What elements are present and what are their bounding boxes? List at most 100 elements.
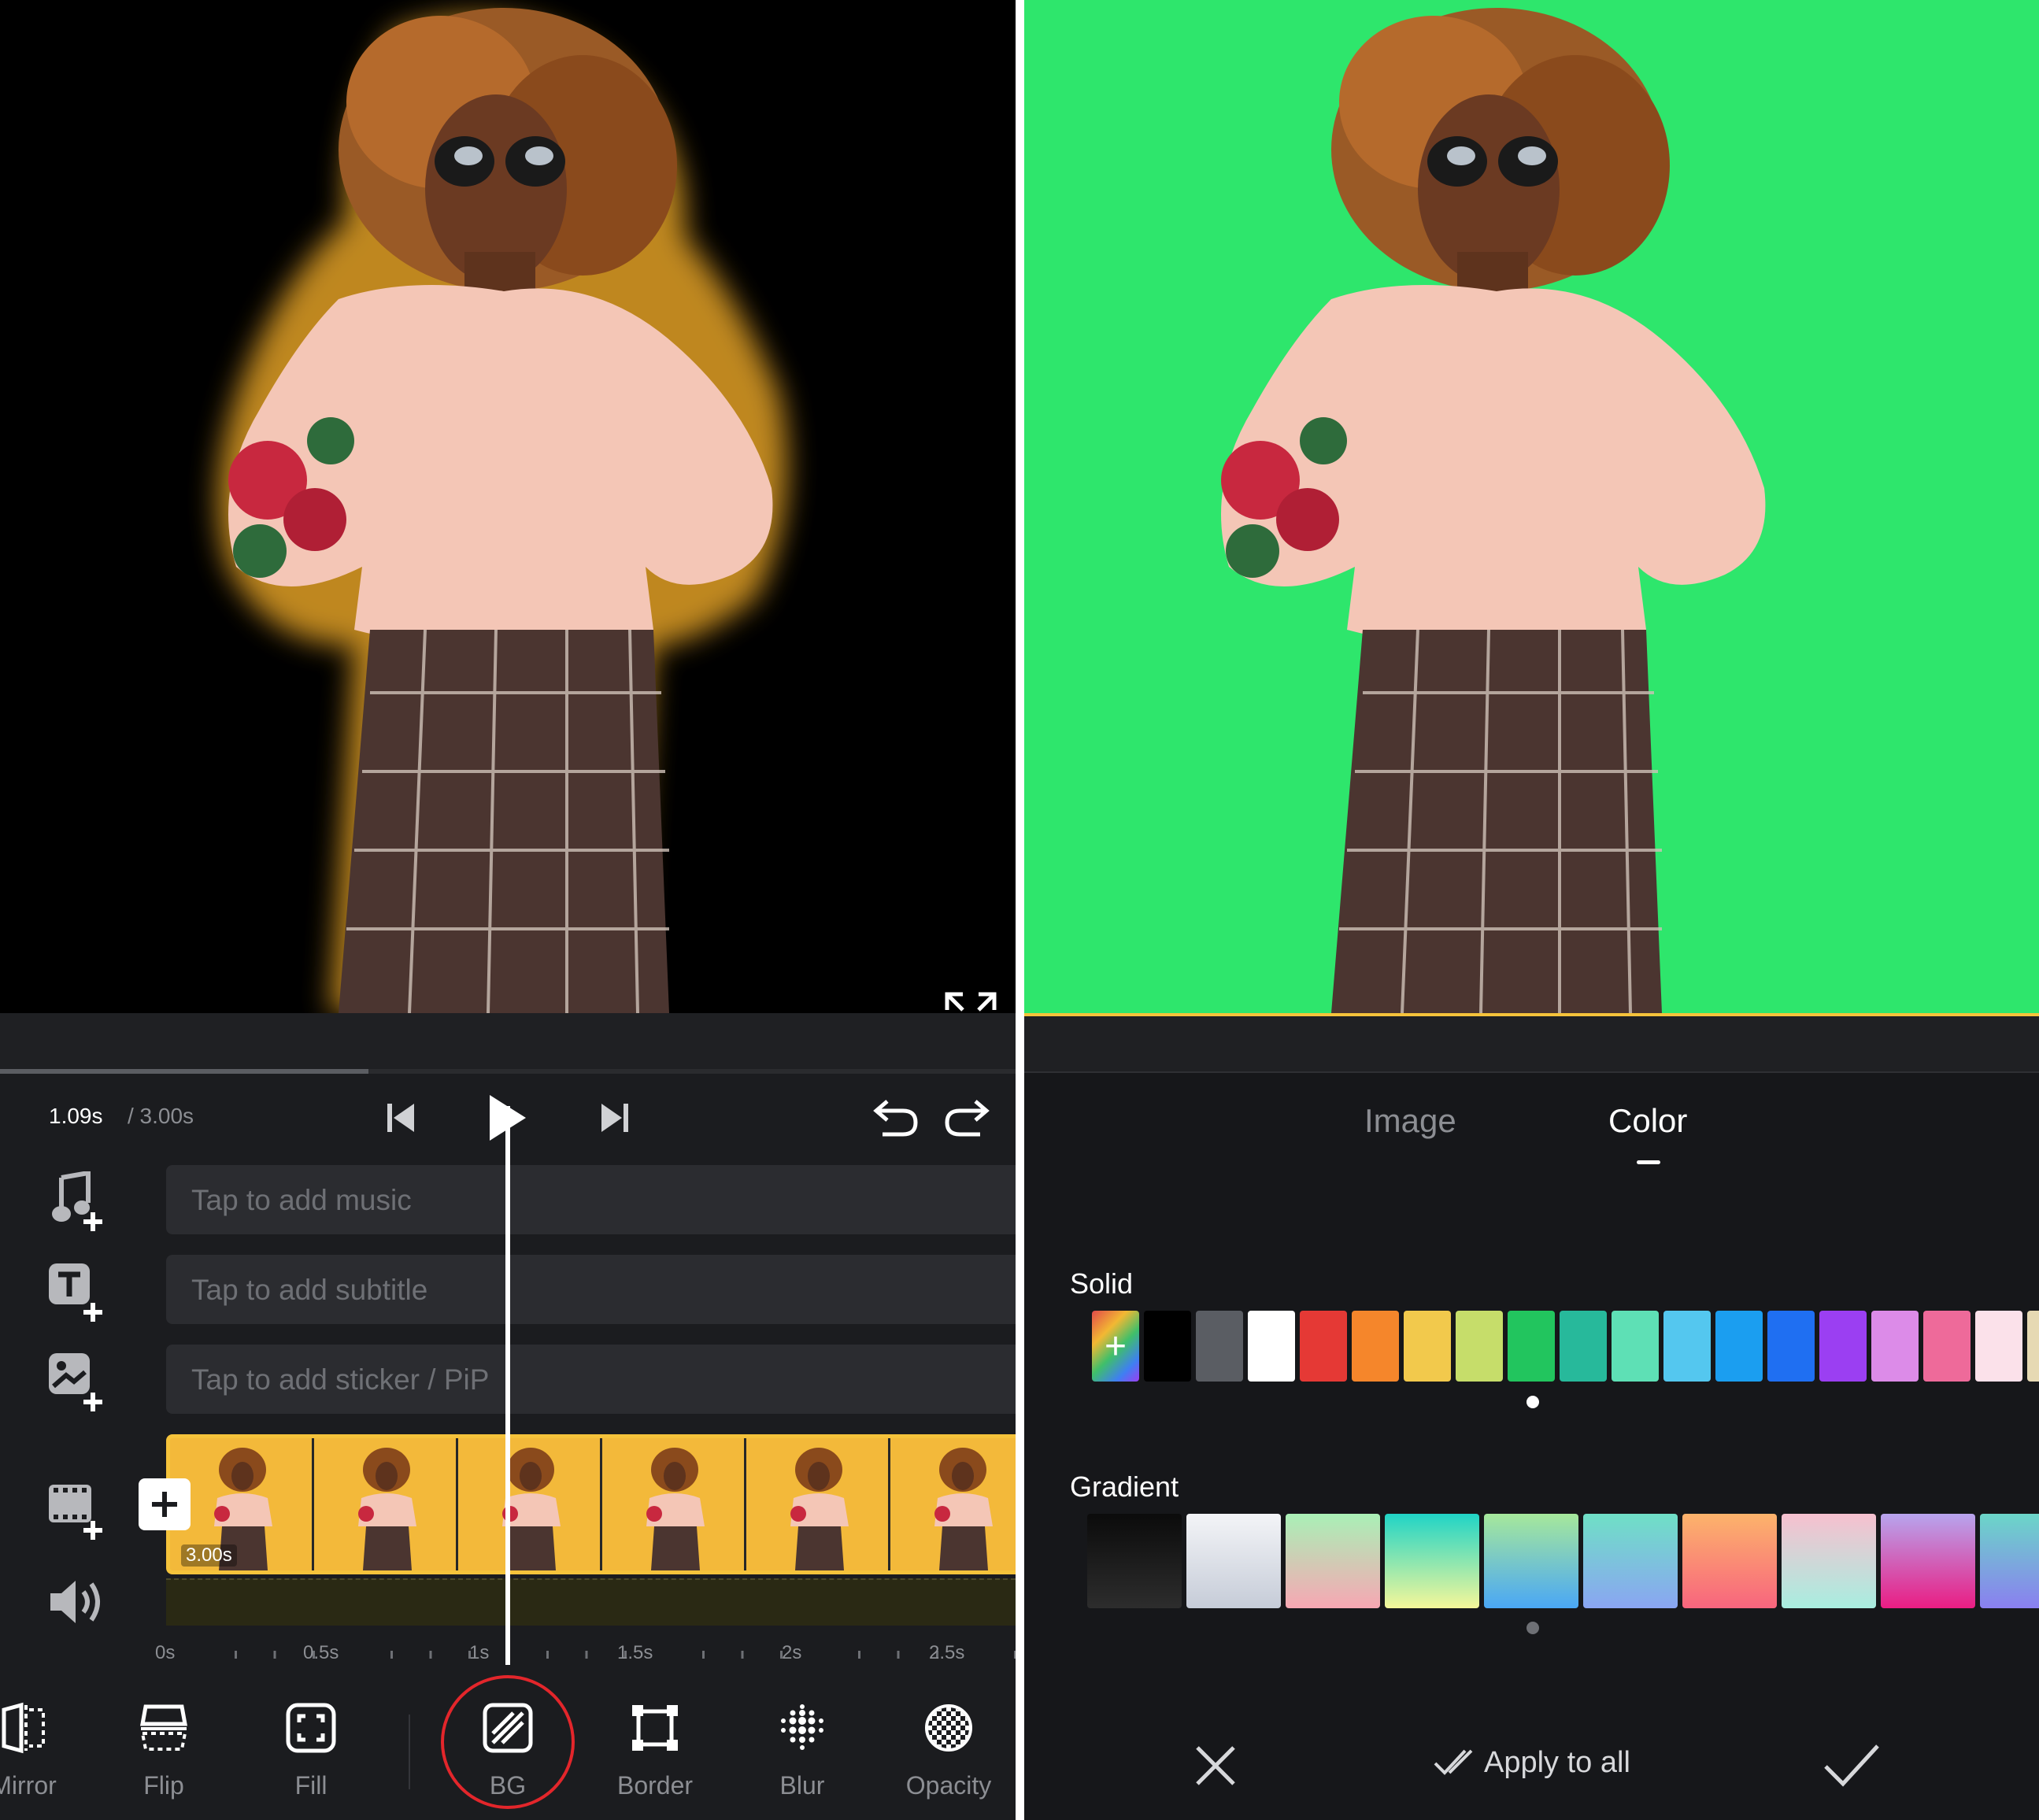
gradient-swatch[interactable] (1782, 1514, 1876, 1608)
sticker-track[interactable]: Tap to add sticker / PiP (166, 1345, 1016, 1414)
music-track-placeholder: Tap to add music (191, 1184, 412, 1216)
color-swatch[interactable] (2027, 1311, 2039, 1382)
color-swatch[interactable] (1819, 1311, 1867, 1382)
solid-section-title: Solid (1070, 1267, 1134, 1300)
gradient-swatch[interactable] (1385, 1514, 1479, 1608)
playback-progress-fill (0, 1069, 369, 1074)
confirm-button[interactable] (1819, 1738, 1882, 1793)
color-swatch[interactable] (1352, 1311, 1399, 1382)
panel-divider (1016, 0, 1024, 1820)
clip-frame (458, 1438, 602, 1570)
mirror-icon (2, 1702, 45, 1754)
video-clip[interactable]: 3.00s (166, 1434, 1016, 1574)
color-swatch[interactable] (1663, 1311, 1711, 1382)
clip-frame (314, 1438, 458, 1570)
ruler-label: 2.5s (929, 1642, 965, 1663)
add-sticker-icon[interactable] (47, 1352, 110, 1415)
gradient-swatch[interactable] (1286, 1514, 1380, 1608)
add-music-icon[interactable] (47, 1170, 110, 1234)
tool-flip-label: Flip (143, 1771, 184, 1800)
tool-opacity-label: Opacity (905, 1771, 992, 1800)
playback-progress[interactable] (0, 1069, 1016, 1074)
original-audio-track[interactable] (166, 1578, 1016, 1626)
selected-swatch-indicator (1526, 1396, 1539, 1408)
volume-icon[interactable] (47, 1574, 110, 1637)
preview-footer (0, 1013, 1016, 1072)
clip-frame (602, 1438, 746, 1570)
tool-border[interactable]: Border (596, 1677, 714, 1820)
fullscreen-icon[interactable] (943, 990, 998, 1013)
video-preview[interactable] (0, 0, 1016, 1013)
double-check-icon (1434, 1749, 1473, 1775)
subject-photo (217, 8, 788, 1013)
color-swatch[interactable] (1715, 1311, 1763, 1382)
tool-blur-label: Blur (779, 1771, 825, 1800)
subject-photo (1221, 8, 1766, 1013)
divider (1024, 1071, 2039, 1073)
custom-color-button[interactable]: + (1092, 1311, 1139, 1382)
color-swatch[interactable] (1300, 1311, 1347, 1382)
sticker-track-placeholder: Tap to add sticker / PiP (191, 1363, 490, 1396)
color-swatch[interactable] (1612, 1311, 1659, 1382)
clip-frame (746, 1438, 890, 1570)
undo-icon[interactable] (872, 1094, 920, 1141)
ruler-label: 1s (469, 1642, 490, 1663)
color-swatch[interactable] (1560, 1311, 1607, 1382)
gradient-swatch[interactable] (1087, 1514, 1182, 1608)
subtitle-track[interactable]: Tap to add subtitle (166, 1255, 1016, 1324)
tool-border-label: Border (616, 1771, 694, 1800)
subtitle-track-placeholder: Tap to add subtitle (191, 1274, 428, 1306)
color-swatch[interactable] (1248, 1311, 1295, 1382)
gradient-section-title: Gradient (1070, 1470, 1179, 1503)
color-swatch[interactable] (1975, 1311, 2022, 1382)
edit-toolbar: Mirror Flip Fill BG Border Blur Opacity (0, 1677, 1016, 1820)
total-time: / 3.00s (128, 1104, 194, 1128)
gradient-swatch[interactable] (1484, 1514, 1578, 1608)
color-swatch[interactable] (1767, 1311, 1815, 1382)
color-swatch[interactable] (1144, 1311, 1191, 1382)
color-swatch[interactable] (1923, 1311, 1971, 1382)
color-swatch[interactable] (1404, 1311, 1451, 1382)
clip-duration-label: 3.00s (181, 1544, 237, 1567)
ruler-label: 2s (782, 1642, 802, 1663)
playhead[interactable] (505, 1106, 510, 1665)
tool-mirror[interactable]: Mirror (0, 1677, 83, 1820)
apply-to-all-label: Apply to all (1484, 1746, 1630, 1779)
color-swatch[interactable] (1456, 1311, 1503, 1382)
add-clip-button[interactable] (139, 1478, 191, 1530)
color-swatch[interactable] (1871, 1311, 1919, 1382)
tab-color[interactable]: Color (1608, 1102, 1687, 1140)
blur-icon (781, 1704, 823, 1750)
gradient-swatch[interactable] (1881, 1514, 1975, 1608)
add-clip-track-icon[interactable] (47, 1480, 110, 1543)
gradient-swatch[interactable] (1980, 1514, 2039, 1608)
bg-icon (483, 1703, 533, 1753)
tool-bg[interactable]: BG (449, 1677, 567, 1820)
apply-to-all-button[interactable]: Apply to all (1434, 1746, 1630, 1780)
flip-icon (140, 1704, 187, 1751)
cancel-button[interactable] (1190, 1740, 1242, 1792)
ruler-label: 1.5s (617, 1642, 653, 1663)
music-track[interactable]: Tap to add music (166, 1165, 1016, 1234)
redo-icon[interactable] (943, 1094, 990, 1141)
color-swatch[interactable] (1508, 1311, 1555, 1382)
gradient-swatches (1087, 1514, 2039, 1608)
add-subtitle-icon[interactable] (47, 1262, 110, 1325)
skip-next-icon[interactable] (597, 1094, 631, 1141)
preview-footer (1024, 1016, 2039, 1071)
background-preview[interactable] (1024, 0, 2039, 1013)
right-background-panel: Image Color Solid + Gradient Apply to al… (1024, 0, 2039, 1820)
tool-blur[interactable]: Blur (743, 1677, 861, 1820)
left-editor-panel: 1.09s / 3.00s Tap to add music Tap to ad… (0, 0, 1016, 1820)
color-swatch[interactable] (1196, 1311, 1243, 1382)
gradient-swatch[interactable] (1682, 1514, 1777, 1608)
gradient-swatch[interactable] (1583, 1514, 1678, 1608)
tool-fill[interactable]: Fill (252, 1677, 370, 1820)
tool-flip[interactable]: Flip (105, 1677, 223, 1820)
tool-opacity[interactable]: Opacity (890, 1677, 1008, 1820)
skip-previous-icon[interactable] (384, 1094, 419, 1141)
tool-fill-label: Fill (294, 1771, 327, 1800)
gradient-swatch[interactable] (1186, 1514, 1281, 1608)
tab-image[interactable]: Image (1364, 1102, 1456, 1140)
border-icon (632, 1705, 678, 1751)
